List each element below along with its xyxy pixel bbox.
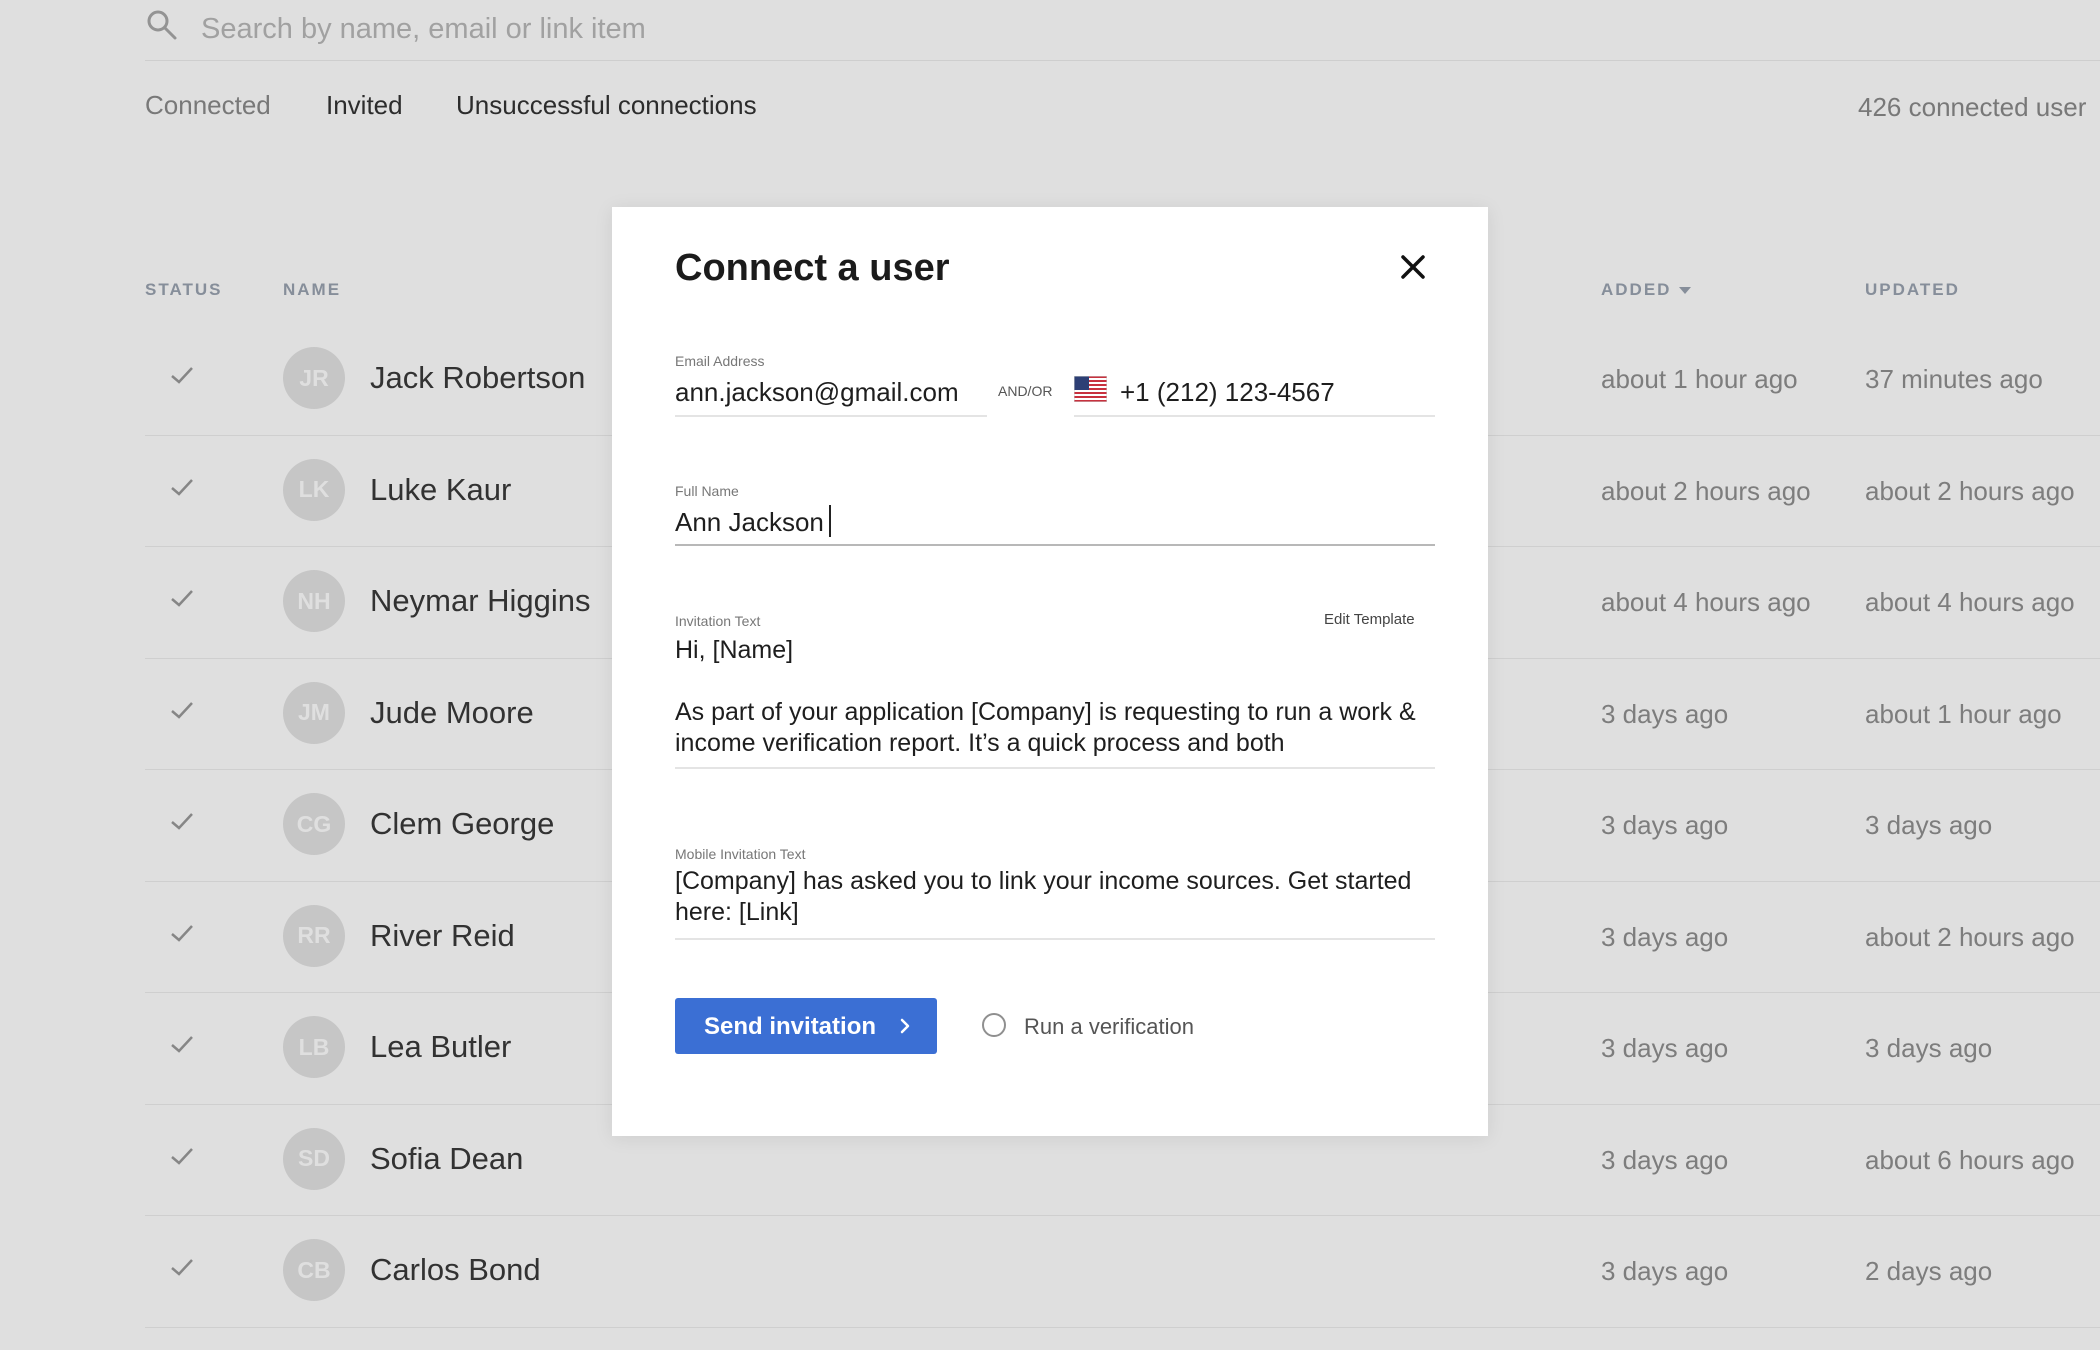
and-or-separator: AND/OR bbox=[998, 383, 1053, 399]
dialog-title: Connect a user bbox=[675, 247, 950, 289]
edit-template-link[interactable]: Edit Template bbox=[1324, 611, 1415, 628]
invitation-underline bbox=[675, 767, 1435, 769]
send-invitation-button[interactable]: Send invitation bbox=[675, 998, 937, 1054]
invitation-text-field[interactable]: Hi, [Name] As part of your application [… bbox=[675, 635, 1435, 763]
invitation-text-label: Invitation Text bbox=[675, 613, 761, 629]
us-flag-icon[interactable] bbox=[1074, 376, 1107, 402]
full-name-underline bbox=[675, 544, 1435, 546]
email-label: Email Address bbox=[675, 353, 765, 369]
chevron-right-icon bbox=[900, 1018, 910, 1034]
send-invitation-label: Send invitation bbox=[704, 1013, 877, 1040]
mobile-invitation-label: Mobile Invitation Text bbox=[675, 846, 806, 862]
app-root: Connected Invited Unsuccessful connectio… bbox=[0, 0, 2100, 1350]
close-icon[interactable] bbox=[1393, 247, 1433, 287]
full-name-field[interactable] bbox=[675, 503, 1415, 541]
email-field[interactable] bbox=[675, 373, 985, 411]
full-name-label: Full Name bbox=[675, 483, 739, 499]
connect-user-dialog: Connect a user Email Address AND/OR Full… bbox=[612, 207, 1488, 1136]
email-underline bbox=[675, 415, 987, 417]
invitation-body: As part of your application [Company] is… bbox=[675, 698, 1416, 757]
mobile-invitation-field[interactable]: [Company] has asked you to link your inc… bbox=[675, 866, 1435, 928]
radio-button[interactable] bbox=[982, 1013, 1006, 1037]
mobile-invitation-underline bbox=[675, 938, 1435, 940]
invitation-greeting: Hi, [Name] bbox=[675, 636, 794, 664]
run-verification-label: Run a verification bbox=[1024, 1014, 1194, 1039]
text-cursor bbox=[829, 505, 831, 537]
phone-underline bbox=[1074, 415, 1435, 417]
phone-field[interactable] bbox=[1120, 373, 1420, 411]
